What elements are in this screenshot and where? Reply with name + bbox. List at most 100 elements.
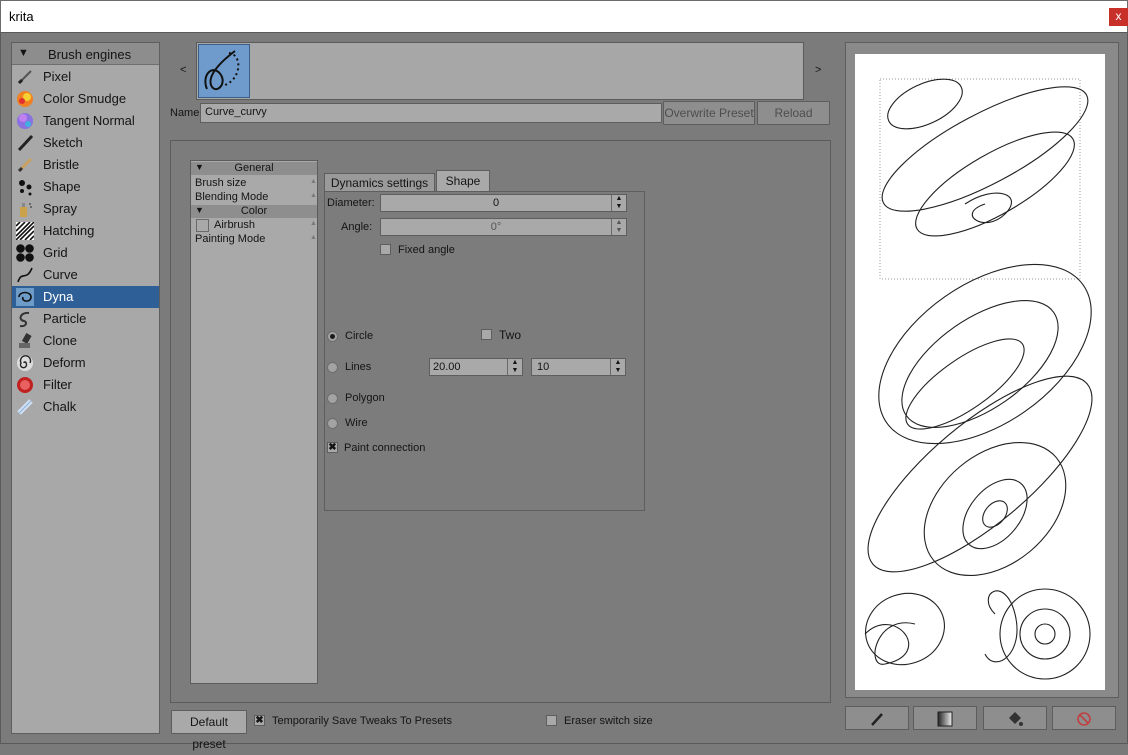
- engine-item-grid[interactable]: Grid: [12, 242, 159, 264]
- paintop-options-list: ▼ General Brush size ▲ Blending Mode ▲ ▼…: [190, 160, 318, 684]
- angle-spinbox[interactable]: 0° ▲ ▼: [380, 218, 627, 236]
- gradient-icon: [937, 711, 953, 727]
- color-section-header[interactable]: ▼ Color: [191, 205, 317, 218]
- overwrite-preset-button[interactable]: Overwrite Preset: [663, 101, 755, 125]
- scroll-indicator-icon: ▲: [310, 220, 317, 227]
- spin-arrows-icon[interactable]: ▲ ▼: [507, 359, 522, 375]
- tab-dynamics-settings[interactable]: Dynamics settings: [324, 173, 435, 192]
- lines-spinbox-2[interactable]: 10 ▲ ▼: [531, 358, 626, 376]
- fixed-angle-checkbox[interactable]: [380, 244, 391, 255]
- engine-item-sketch[interactable]: Sketch: [12, 132, 159, 154]
- sketch-icon: [17, 134, 34, 152]
- lines-spinbox-1[interactable]: 20.00 ▲ ▼: [429, 358, 523, 376]
- two-label: Two: [499, 328, 522, 342]
- option-painting-mode[interactable]: Painting Mode: [195, 233, 265, 245]
- airbrush-checkbox[interactable]: [196, 219, 209, 232]
- close-button[interactable]: x: [1109, 8, 1128, 26]
- window-title: krita: [9, 9, 34, 24]
- paint-connection-checkbox[interactable]: ✖: [327, 442, 338, 453]
- engine-item-deform[interactable]: Deform: [12, 352, 159, 374]
- particle-icon: [19, 311, 30, 328]
- diameter-spinbox[interactable]: 0 ▲ ▼: [380, 194, 627, 212]
- engine-item-hatching[interactable]: Hatching: [12, 220, 159, 242]
- circle-label: Circle: [345, 330, 374, 342]
- engine-item-spray[interactable]: Spray: [12, 198, 159, 220]
- engine-item-pixel[interactable]: Pixel: [12, 66, 159, 88]
- engine-item-particle[interactable]: Particle: [12, 308, 159, 330]
- engine-item-tangent-normal[interactable]: Tangent Normal: [12, 110, 159, 132]
- engine-item-bristle[interactable]: Bristle: [12, 154, 159, 176]
- eraser-switch-checkbox[interactable]: [546, 715, 557, 726]
- wire-radio[interactable]: [327, 418, 338, 429]
- engine-item-curve[interactable]: Curve: [12, 264, 159, 286]
- engine-item-shape[interactable]: Shape: [12, 176, 159, 198]
- preview-gradient-button[interactable]: [913, 706, 977, 730]
- spray-icon: [20, 203, 32, 217]
- two-checkbox[interactable]: [481, 329, 492, 340]
- default-preset-button[interactable]: Default preset: [171, 710, 247, 751]
- spin-arrows-icon[interactable]: ▲ ▼: [611, 219, 626, 235]
- preset-strip: [196, 42, 804, 100]
- save-tweaks-checkbox[interactable]: ✖: [254, 715, 265, 726]
- wire-label: Wire: [345, 417, 368, 429]
- diameter-value: 0: [492, 197, 500, 209]
- chalk-icon: [17, 399, 33, 415]
- engine-label: Color Smudge: [43, 91, 127, 106]
- fill-bucket-icon: [1009, 712, 1023, 726]
- preview-brush-button[interactable]: [845, 706, 909, 730]
- engine-label: Sketch: [43, 135, 83, 150]
- pixel-brush-icon: [17, 70, 32, 85]
- engine-item-filter[interactable]: Filter: [12, 374, 159, 396]
- brush-icon: [871, 713, 883, 726]
- lines-radio[interactable]: [327, 362, 338, 373]
- save-tweaks-label: Temporarily Save Tweaks To Presets: [272, 715, 452, 727]
- spin-arrows-icon[interactable]: ▲ ▼: [610, 359, 625, 375]
- general-section-header[interactable]: ▼ General: [191, 162, 317, 175]
- preview-clear-button[interactable]: [1052, 706, 1116, 730]
- diameter-label: Diameter:: [327, 197, 375, 209]
- lines-value-2: 10: [537, 361, 550, 373]
- polygon-label: Polygon: [345, 392, 385, 404]
- bristle-icon: [17, 157, 33, 173]
- preset-scroll-right-button[interactable]: >: [815, 64, 821, 76]
- scroll-indicator-icon: ▲: [310, 192, 317, 199]
- preview-fill-button[interactable]: [983, 706, 1047, 730]
- option-blending-mode[interactable]: Blending Mode: [195, 191, 268, 203]
- collapse-arrow-icon[interactable]: ▼: [18, 47, 29, 59]
- reload-button[interactable]: Reload: [757, 101, 830, 125]
- polygon-radio[interactable]: [327, 393, 338, 404]
- dyna-icon: [16, 288, 34, 306]
- preset-name-input[interactable]: Curve_curvy: [200, 103, 662, 123]
- preset-name-label: Name:: [170, 107, 203, 119]
- scroll-indicator-icon: ▲: [310, 178, 317, 185]
- deform-icon: [17, 355, 33, 371]
- engine-label: Pixel: [43, 69, 72, 84]
- scratchpad-canvas[interactable]: [855, 54, 1105, 690]
- tab-shape[interactable]: Shape: [436, 170, 490, 192]
- engine-item-clone[interactable]: Clone: [12, 330, 159, 352]
- spin-arrows-icon[interactable]: ▲ ▼: [611, 195, 626, 211]
- engine-item-chalk[interactable]: Chalk: [12, 396, 159, 418]
- preset-scroll-left-button[interactable]: <: [180, 64, 186, 76]
- circle-radio[interactable]: [327, 331, 338, 342]
- filter-icon: [17, 377, 33, 393]
- option-airbrush[interactable]: Airbrush: [214, 219, 255, 231]
- option-brush-size[interactable]: Brush size: [195, 177, 246, 189]
- angle-label: Angle:: [341, 221, 373, 233]
- preset-thumbnail[interactable]: [198, 44, 250, 98]
- engine-label: Deform: [43, 355, 86, 370]
- engine-label: Filter: [43, 377, 72, 392]
- engine-label: Tangent Normal: [43, 113, 135, 128]
- lines-value-1: 20.00: [433, 361, 461, 373]
- engine-item-color-smudge[interactable]: Color Smudge: [12, 88, 159, 110]
- brush-engines-header[interactable]: ▼ Brush engines: [12, 43, 159, 65]
- engine-label: Spray: [43, 201, 77, 216]
- title-bar: krita x: [0, 0, 1128, 32]
- shape-settings-panel: [324, 191, 645, 511]
- engine-item-dyna[interactable]: Dyna: [12, 286, 159, 308]
- tangent-normal-icon: [17, 113, 33, 129]
- brush-engines-panel: ▼ Brush engines Pixel Color Smudge Tange…: [11, 42, 160, 734]
- fixed-angle-label: Fixed angle: [398, 244, 455, 256]
- scroll-indicator-icon: ▲: [310, 234, 317, 241]
- engine-label: Clone: [43, 333, 77, 348]
